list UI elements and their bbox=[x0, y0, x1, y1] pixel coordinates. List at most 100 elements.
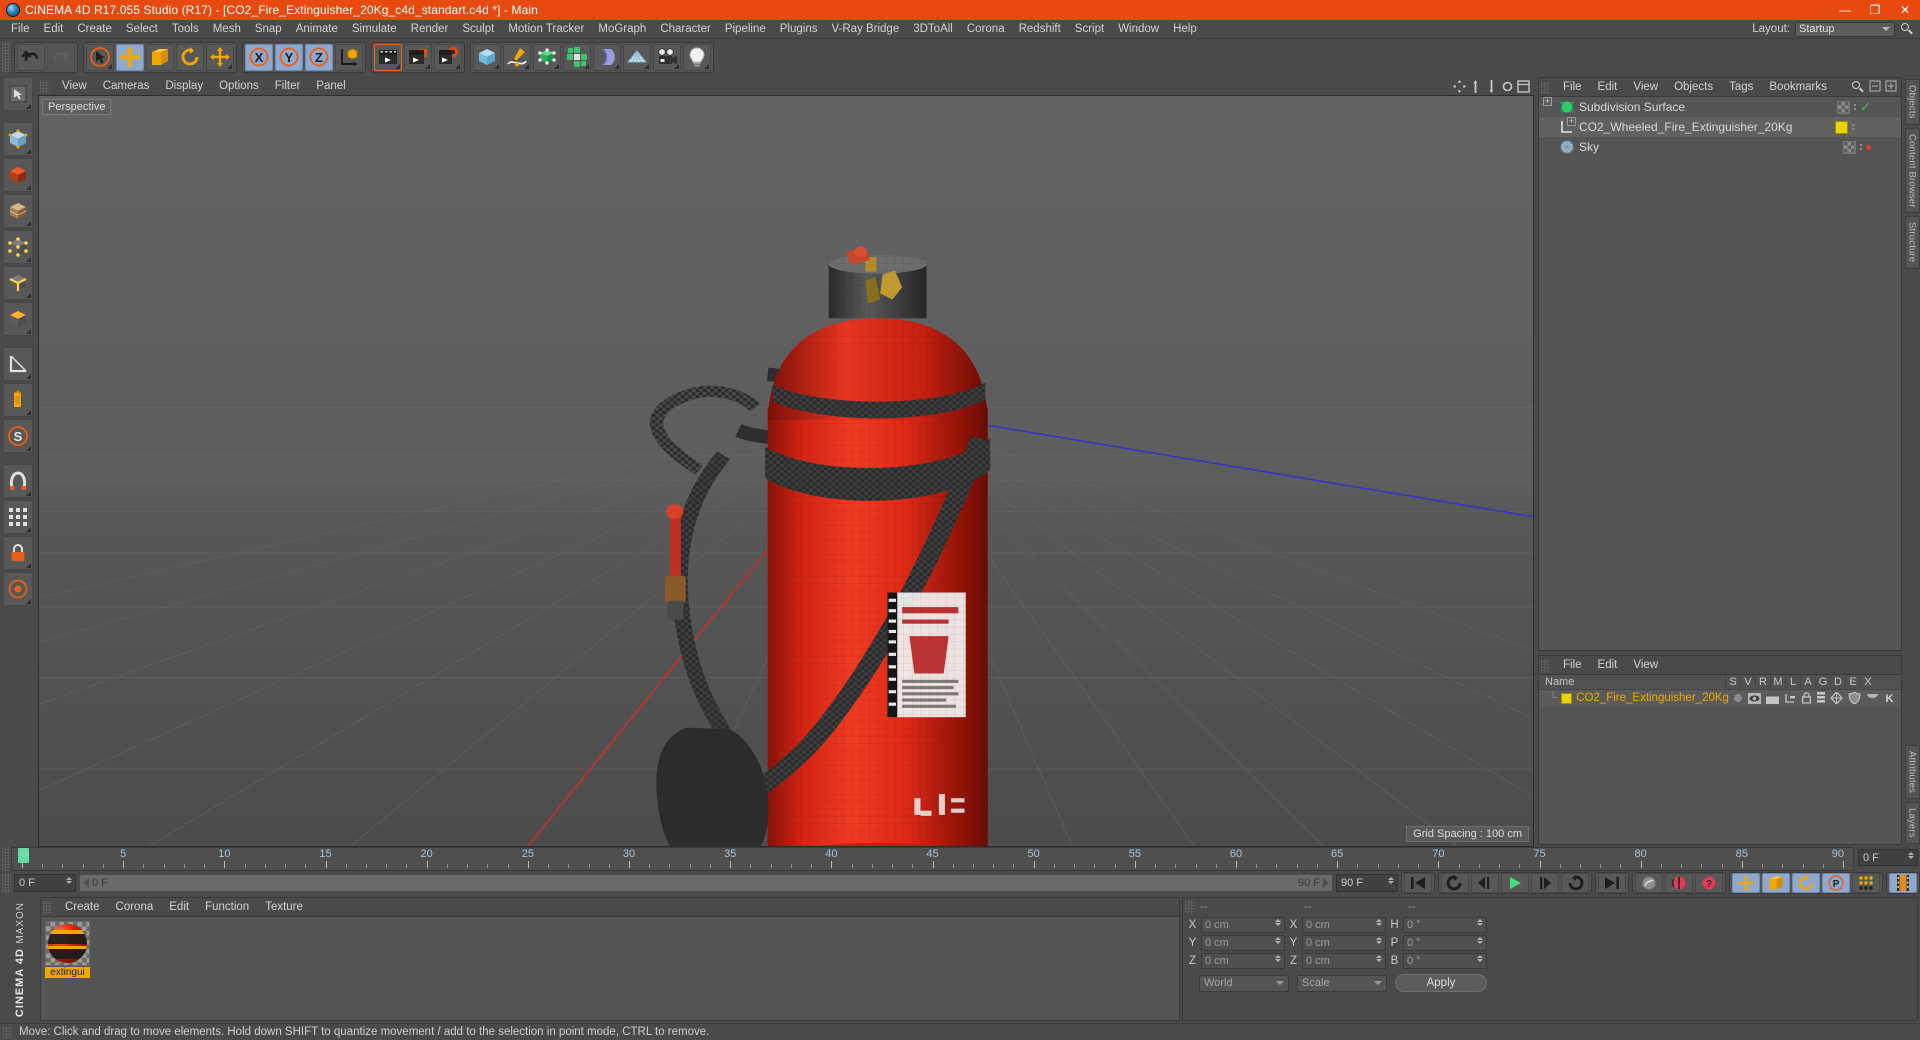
menu-item-pipeline[interactable]: Pipeline bbox=[718, 20, 773, 39]
menu-item-window[interactable]: Window bbox=[1111, 20, 1166, 39]
go-to-end-button[interactable] bbox=[1598, 873, 1626, 893]
om-menu-objects[interactable]: Objects bbox=[1666, 78, 1721, 96]
play-button[interactable] bbox=[1501, 873, 1529, 893]
track-right-arrow-icon[interactable] bbox=[1323, 878, 1329, 888]
material-preview-thumbnail[interactable] bbox=[45, 921, 90, 966]
visibility-check-icon[interactable]: ✓ bbox=[1860, 99, 1871, 115]
move-axis-button[interactable] bbox=[206, 43, 234, 71]
object-tags[interactable] bbox=[1843, 137, 1871, 157]
perspective-viewport[interactable]: Perspective Grid Spacing : 100 cm bbox=[38, 95, 1534, 847]
workplane-button[interactable] bbox=[3, 383, 33, 417]
mt-menu-edit[interactable]: Edit bbox=[1590, 656, 1626, 674]
previous-frame-button[interactable] bbox=[1471, 873, 1499, 893]
current-frame-field[interactable]: 0 F bbox=[14, 874, 76, 892]
make-editable-button[interactable] bbox=[3, 122, 33, 156]
redo-button[interactable] bbox=[47, 43, 75, 71]
menu-item-edit[interactable]: Edit bbox=[37, 20, 71, 39]
menu-item-redshift[interactable]: Redshift bbox=[1012, 20, 1068, 39]
spinner-icon[interactable] bbox=[66, 877, 72, 884]
add-nurbs-button[interactable] bbox=[533, 43, 561, 71]
add-cube-button[interactable] bbox=[473, 43, 501, 71]
menu-item-mesh[interactable]: Mesh bbox=[206, 20, 248, 39]
om-menu-edit[interactable]: Edit bbox=[1590, 78, 1626, 96]
timeline-frame-field[interactable]: 0 F bbox=[1858, 849, 1918, 866]
dot-icon[interactable] bbox=[1733, 693, 1743, 703]
add-environment-button[interactable] bbox=[623, 43, 651, 71]
menu-item-script[interactable]: Script bbox=[1068, 20, 1111, 39]
apply-button[interactable]: Apply bbox=[1395, 974, 1487, 992]
visibility-dot-icon[interactable] bbox=[1866, 144, 1871, 150]
cup-icon[interactable] bbox=[1866, 693, 1879, 703]
spinner-icon[interactable] bbox=[1275, 937, 1281, 944]
minimize-button[interactable]: — bbox=[1830, 0, 1860, 20]
menu-item-sculpt[interactable]: Sculpt bbox=[455, 20, 501, 39]
eye-icon[interactable] bbox=[1748, 692, 1761, 704]
world-coord-button[interactable] bbox=[335, 43, 363, 71]
rotate-tool-button[interactable] bbox=[176, 43, 204, 71]
vtab-content-browser[interactable]: Content Browser bbox=[1904, 127, 1920, 214]
spinner-icon[interactable] bbox=[1477, 955, 1483, 962]
toolbar-grip[interactable] bbox=[2, 42, 11, 72]
measure-button[interactable] bbox=[3, 347, 33, 381]
model-mode-button[interactable] bbox=[3, 158, 33, 192]
menu-item-motion-tracker[interactable]: Motion Tracker bbox=[501, 20, 591, 39]
rotate-view-icon[interactable] bbox=[1485, 79, 1498, 93]
lock-icon-button[interactable] bbox=[3, 536, 33, 570]
material-swatch-icon[interactable] bbox=[1561, 692, 1573, 704]
render-picture-viewer-button[interactable] bbox=[404, 43, 432, 71]
next-keyframe-button[interactable] bbox=[1561, 873, 1589, 893]
end-frame-field[interactable]: 90 F bbox=[1336, 874, 1398, 892]
scale-key-button[interactable] bbox=[1762, 873, 1790, 893]
hierarchy-icon[interactable] bbox=[1784, 693, 1796, 704]
rotation-key-button[interactable] bbox=[1792, 873, 1820, 893]
menu-item-animate[interactable]: Animate bbox=[289, 20, 345, 39]
axis-x-button[interactable]: X bbox=[245, 43, 273, 71]
material-tag-icon[interactable] bbox=[1835, 120, 1848, 134]
mm-menu-create[interactable]: Create bbox=[57, 898, 108, 916]
next-frame-button[interactable] bbox=[1531, 873, 1559, 893]
coord-input-pos-y[interactable]: 0 cm bbox=[1201, 935, 1285, 951]
object-row-sky[interactable]: Sky bbox=[1539, 137, 1901, 157]
axis-modify-button[interactable]: S bbox=[3, 419, 33, 453]
spinner-icon[interactable] bbox=[1376, 919, 1382, 926]
menu-item-create[interactable]: Create bbox=[70, 20, 119, 39]
mode-tool-button[interactable] bbox=[3, 77, 33, 111]
mm-menu-function[interactable]: Function bbox=[197, 898, 257, 916]
mt-menu-file[interactable]: File bbox=[1555, 656, 1590, 674]
vtab-layers[interactable]: Layers bbox=[1904, 802, 1920, 844]
material-canvas[interactable]: extingui bbox=[41, 916, 1179, 1020]
autokey-button[interactable] bbox=[1635, 873, 1663, 893]
bone-icon[interactable]: K bbox=[1884, 692, 1895, 704]
om-menu-tags[interactable]: Tags bbox=[1721, 78, 1761, 96]
go-to-start-button[interactable] bbox=[1404, 873, 1432, 893]
material-tags-grip[interactable] bbox=[1541, 658, 1550, 672]
axis-z-button[interactable]: Z bbox=[305, 43, 333, 71]
add-spline-button[interactable] bbox=[503, 43, 531, 71]
add-deformer-button[interactable] bbox=[593, 43, 621, 71]
timeline-ruler[interactable]: 0 5 10 15 20 25 30 35 40 45 50 55 60 65 70 75 80 85 90 bbox=[11, 847, 1854, 871]
timeline-track-bar[interactable]: 0 F 90 F bbox=[79, 874, 1333, 892]
coord-system-dropdown[interactable]: World bbox=[1199, 974, 1289, 992]
display-tag-icon[interactable] bbox=[1843, 140, 1856, 154]
transform-mode-dropdown[interactable]: Scale bbox=[1297, 974, 1387, 992]
shield-icon[interactable] bbox=[1848, 692, 1861, 704]
render-view-button[interactable] bbox=[374, 43, 402, 71]
viewport-menu-panel[interactable]: Panel bbox=[308, 77, 353, 95]
coord-input-rot-b[interactable]: 0 ° bbox=[1403, 953, 1487, 969]
render-settings-button[interactable] bbox=[434, 43, 462, 71]
spinner-icon[interactable] bbox=[1376, 937, 1382, 944]
menu-item-character[interactable]: Character bbox=[653, 20, 718, 39]
layout-dropdown[interactable]: Startup bbox=[1795, 21, 1895, 37]
spinner-icon[interactable] bbox=[1275, 955, 1281, 962]
viewport-solo-button[interactable] bbox=[3, 572, 33, 606]
record-active-objects-button[interactable] bbox=[1665, 873, 1693, 893]
material-tag-icons[interactable]: K bbox=[1733, 692, 1901, 704]
spinner-icon[interactable] bbox=[1376, 955, 1382, 962]
object-tags[interactable]: ✓ bbox=[1837, 97, 1871, 117]
timeline-grip[interactable] bbox=[2, 847, 11, 871]
quantize-button[interactable] bbox=[3, 500, 33, 534]
om-menu-bookmarks[interactable]: Bookmarks bbox=[1761, 78, 1835, 96]
coord-input-pos-z[interactable]: 0 cm bbox=[1201, 953, 1285, 969]
viewport-menu-filter[interactable]: Filter bbox=[267, 77, 309, 95]
search-icon[interactable] bbox=[1851, 80, 1865, 94]
